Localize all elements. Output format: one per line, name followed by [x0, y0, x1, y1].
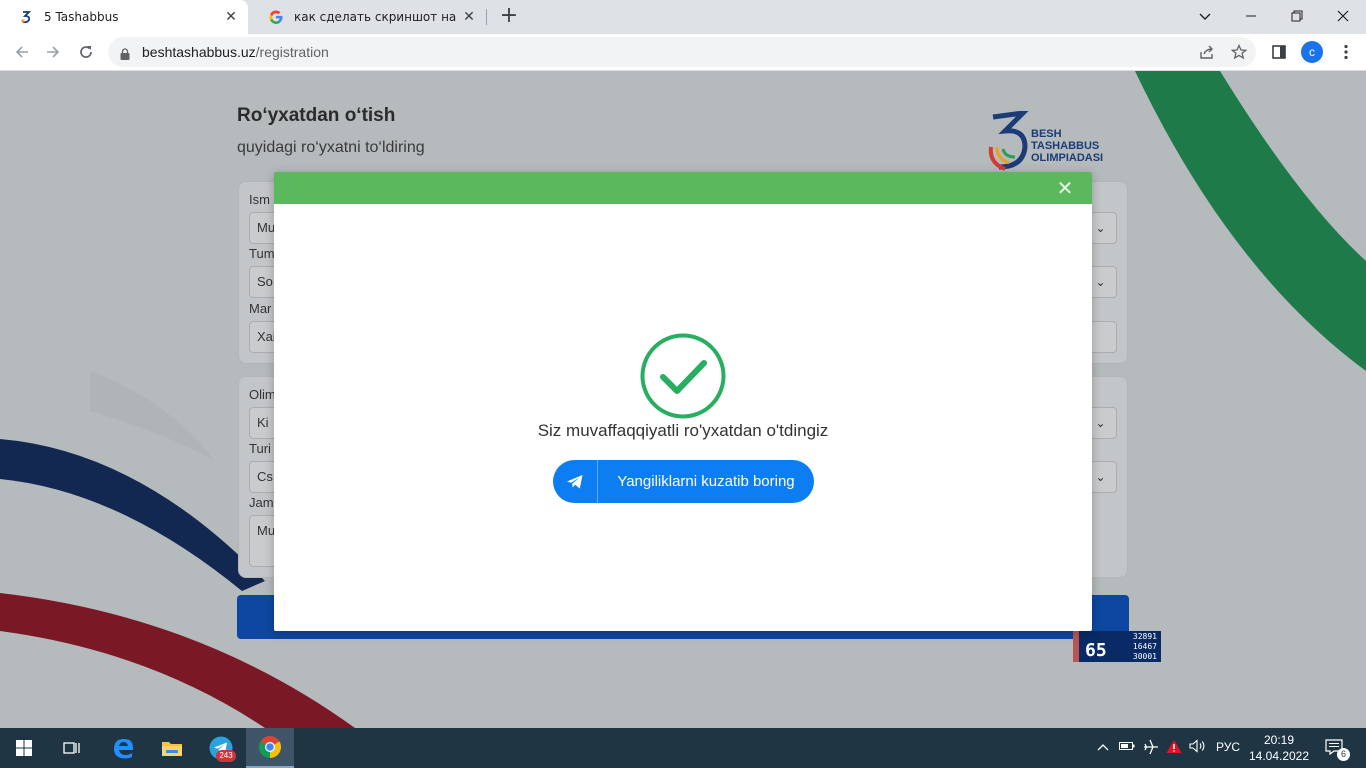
browser-toolbar: beshtashabbus.uz/registration c — [0, 34, 1366, 71]
telegram-app-icon[interactable] — [197, 728, 245, 768]
clock-time: 20:19 — [1263, 733, 1295, 747]
logo-text-line3: OLIMPIADASI — [1031, 152, 1104, 164]
notification-count-badge: 6 — [1337, 748, 1350, 761]
field-label: Tum — [249, 246, 275, 261]
field-label: Turi — [249, 441, 271, 456]
tab-5-tashabbus[interactable]: 5 Tashabbus ✕ — [0, 0, 248, 34]
minimize-icon[interactable] — [1228, 0, 1274, 32]
warning-icon[interactable] — [1165, 739, 1183, 757]
telegram-button-label: Yangiliklarni kuzatib boring — [617, 473, 795, 490]
besh-tashabbus-logo: BESH TASHABBUS OLIMPIADASI — [985, 109, 1125, 171]
logo-mark-icon — [988, 109, 1030, 171]
telegram-icon — [553, 460, 598, 503]
tab-title: как сделать скриншот на ноутбу — [294, 10, 460, 24]
field-label: Mar — [249, 301, 272, 316]
url-path: /registration — [255, 44, 329, 60]
page-title: Ro‘yxatdan o‘tish — [237, 105, 396, 126]
google-favicon-icon — [268, 9, 284, 25]
field-label: Ism — [249, 192, 270, 207]
show-hidden-icons-chevron-icon[interactable] — [1095, 739, 1111, 757]
page-subtitle: quyidagi ro‘yxatni to‘ldiring — [237, 139, 425, 156]
chrome-app-icon[interactable] — [246, 728, 294, 768]
counter-value: 65 — [1073, 631, 1121, 662]
taskbar-clock[interactable]: 20:19 14.04.2022 — [1248, 732, 1310, 764]
url-text: beshtashabbus.uz/registration — [142, 44, 329, 60]
forward-arrow-icon[interactable] — [40, 39, 66, 65]
battery-icon[interactable] — [1118, 739, 1136, 757]
tab-separator — [486, 9, 487, 25]
counter-line: 16467 — [1132, 642, 1157, 651]
logo-text-line1: BESH — [1031, 128, 1062, 140]
chrome-menu-icon[interactable] — [1336, 42, 1356, 62]
telegram-unread-badge: 243 — [216, 750, 236, 762]
logo-text-line2: TASHABBUS — [1031, 140, 1100, 152]
tab-search-chevron-icon[interactable] — [1182, 0, 1228, 32]
close-icon[interactable]: ✕ — [1055, 178, 1075, 198]
visitor-counter: 65 32891 16467 30001 — [1073, 631, 1161, 662]
five-tashabbus-favicon-icon — [18, 9, 34, 25]
start-windows-icon[interactable] — [0, 728, 48, 768]
share-icon[interactable] — [1198, 44, 1216, 62]
page-viewport: Ro‘yxatdan o‘tish quyidagi ro‘yxatni to‘… — [0, 71, 1366, 728]
task-view-icon[interactable] — [48, 728, 96, 768]
success-check-icon — [640, 333, 726, 419]
restore-icon[interactable] — [1274, 0, 1320, 32]
telegram-follow-button[interactable]: Yangiliklarni kuzatib boring — [553, 460, 814, 503]
file-explorer-icon[interactable] — [148, 728, 196, 768]
tab-close-icon[interactable]: ✕ — [222, 8, 240, 26]
success-message: Siz muvaffaqqiyatli ro'yxatdan o'tdingiz — [537, 421, 829, 440]
edge-browser-icon[interactable] — [99, 728, 147, 768]
counter-line: 30001 — [1132, 652, 1157, 661]
windows-taskbar: 243 РУС 20:19 14.04.2022 6 — [0, 728, 1366, 768]
new-tab-icon[interactable]: + — [498, 5, 520, 28]
address-bar[interactable]: beshtashabbus.uz/registration — [108, 37, 1256, 67]
back-arrow-icon[interactable] — [9, 39, 35, 65]
input-language-indicator[interactable]: РУС — [1216, 740, 1240, 754]
counter-line: 32891 — [1132, 632, 1157, 641]
tab-google-search[interactable]: как сделать скриншот на ноутбу ✕ — [250, 0, 486, 34]
field-label: Olim — [249, 387, 276, 402]
volume-icon[interactable] — [1188, 739, 1208, 757]
window-close-icon[interactable] — [1320, 0, 1366, 32]
clock-date: 14.04.2022 — [1248, 749, 1310, 763]
profile-avatar[interactable]: c — [1301, 41, 1323, 63]
tab-title: 5 Tashabbus — [44, 10, 119, 24]
lock-icon[interactable] — [120, 45, 130, 60]
url-host: beshtashabbus.uz — [142, 44, 256, 60]
success-modal: ✕ Siz muvaffaqqiyatli ro'yxatdan o'tding… — [274, 172, 1092, 631]
field-label: Jam — [249, 495, 274, 510]
tab-close-icon[interactable]: ✕ — [460, 8, 478, 26]
side-panel-icon[interactable] — [1269, 42, 1289, 62]
tab-strip: 5 Tashabbus ✕ как сделать скриншот на но… — [0, 0, 1366, 34]
modal-header: ✕ — [274, 172, 1092, 204]
bookmark-star-icon[interactable] — [1230, 43, 1248, 62]
reload-icon[interactable] — [73, 39, 99, 65]
airplane-mode-icon[interactable] — [1142, 739, 1160, 757]
